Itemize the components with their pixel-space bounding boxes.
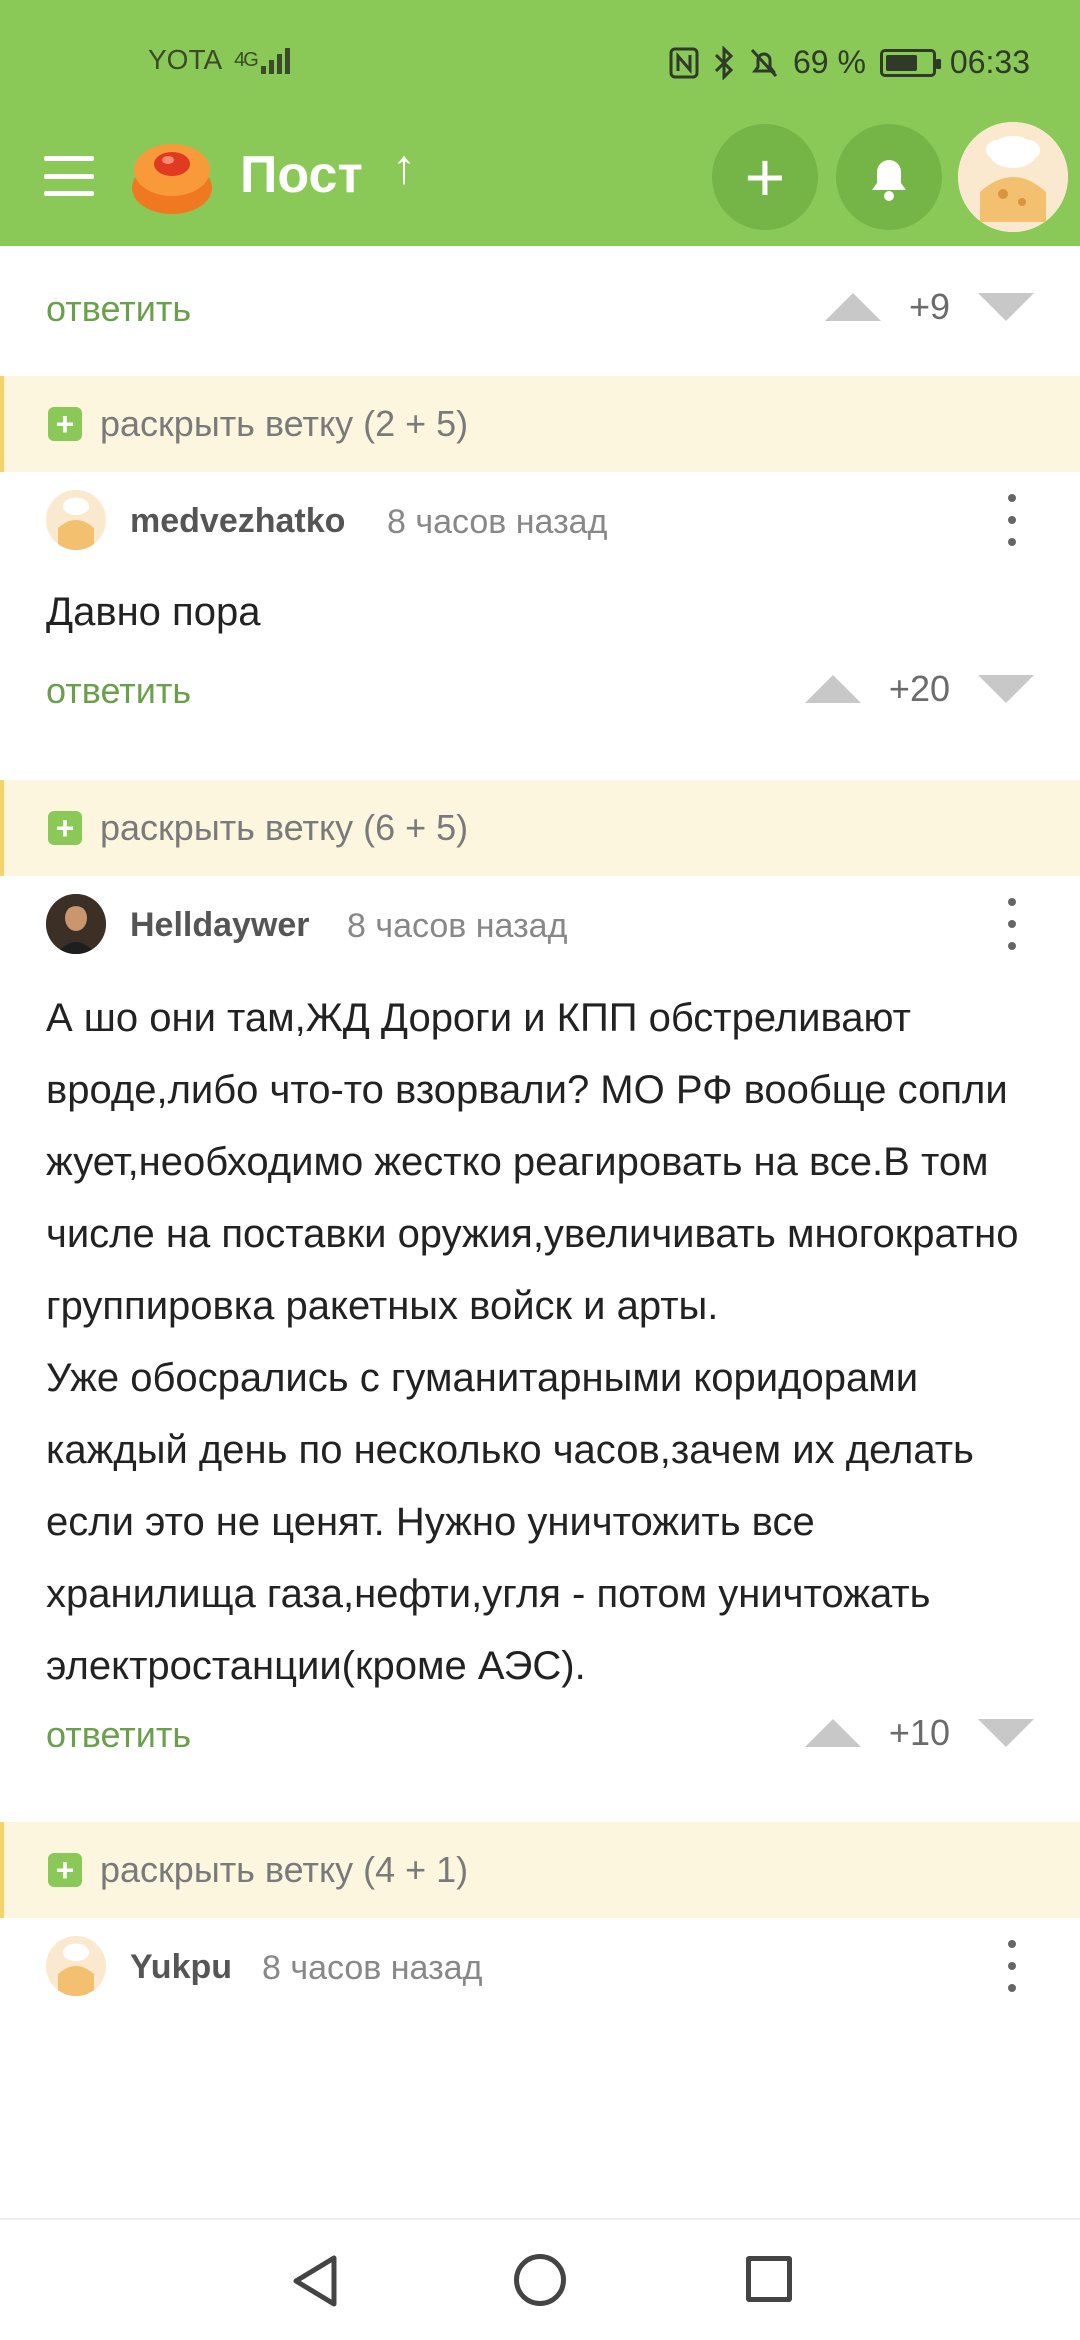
battery-icon — [879, 48, 941, 77]
app-bar: Пост ↑ + — [0, 100, 1080, 246]
plus-icon: + — [744, 138, 786, 216]
menu-icon[interactable] — [44, 156, 94, 196]
reply-link[interactable]: ответить — [46, 670, 191, 712]
comment-author[interactable]: medvezhatko — [130, 502, 345, 541]
signal-icon — [260, 48, 290, 74]
comment-text: А шо они там,ЖД Дороги и КПП обстреливаю… — [46, 996, 1019, 1688]
vote-control: +20 — [804, 668, 1034, 710]
mute-icon — [750, 48, 778, 77]
avatar-image — [46, 894, 106, 954]
avatar-image — [46, 1936, 106, 1996]
expand-branch-button[interactable]: + раскрыть ветку (4 + 1) — [0, 1822, 1080, 1918]
expand-branch-label: раскрыть ветку (2 + 5) — [100, 403, 469, 444]
add-post-button[interactable]: + — [712, 124, 818, 230]
vote-control: +10 — [804, 1712, 1034, 1754]
battery-percent: 69 % — [792, 44, 866, 80]
carrier-info: YOTA 4G — [148, 44, 295, 76]
expand-branch-button[interactable]: + раскрыть ветку (2 + 5) — [0, 376, 1080, 472]
bell-icon — [872, 160, 906, 201]
pikabu-logo[interactable] — [128, 130, 216, 218]
vote-score: +20 — [888, 668, 950, 709]
expand-branch-button[interactable]: + раскрыть ветку (6 + 5) — [0, 780, 1080, 876]
expand-branch-label: раскрыть ветку (6 + 5) — [100, 807, 469, 848]
comment-header: Yukpu 8 часов назад — [0, 1918, 1080, 2014]
comment-time: 8 часов назад — [262, 1949, 483, 1987]
comment-author[interactable]: Yukpu — [130, 1948, 232, 1987]
back-icon[interactable] — [288, 2252, 342, 2310]
comment-text: Давно пора — [46, 590, 261, 634]
comment-author[interactable]: Helldaywer — [130, 906, 310, 945]
recents-icon[interactable] — [746, 2256, 792, 2302]
more-vert-icon[interactable] — [1004, 494, 1020, 546]
comment-time: 8 часов назад — [347, 907, 568, 945]
more-vert-icon[interactable] — [1004, 898, 1020, 950]
scroll-top-icon[interactable]: ↑ — [392, 140, 416, 195]
vote-down-icon[interactable] — [978, 293, 1034, 321]
comment-actions: ответить +9 — [0, 246, 1080, 376]
comment-time: 8 часов назад — [387, 503, 608, 541]
vote-down-icon[interactable] — [978, 675, 1034, 703]
system-nav-bar — [0, 2218, 1080, 2340]
home-icon[interactable] — [514, 2254, 566, 2306]
comment-header: Helldaywer 8 часов назад — [0, 876, 1080, 972]
plus-icon: + — [48, 1853, 82, 1887]
page-title[interactable]: Пост — [240, 145, 363, 205]
carrier-name: YOTA — [148, 44, 223, 75]
avatar[interactable] — [46, 894, 106, 954]
clock: 06:33 — [949, 44, 1030, 80]
plus-icon: + — [48, 407, 82, 441]
network-type: 4G — [234, 48, 259, 71]
vote-up-icon[interactable] — [824, 293, 881, 321]
more-vert-icon[interactable] — [1004, 1940, 1020, 1992]
plus-icon: + — [48, 811, 82, 845]
bluetooth-icon — [714, 45, 734, 80]
avatar-image — [46, 490, 106, 550]
reply-link[interactable]: ответить — [46, 1714, 191, 1756]
avatar[interactable] — [46, 1936, 106, 1996]
vote-score: +9 — [908, 286, 950, 327]
vote-down-icon[interactable] — [978, 1719, 1034, 1747]
comment-header: medvezhatko 8 часов назад — [0, 472, 1080, 568]
vote-score: +10 — [888, 1712, 950, 1753]
comments-list: ответить +9 + раскрыть ветку (2 + 5) med… — [0, 246, 1080, 2014]
reply-link[interactable]: ответить — [46, 288, 191, 330]
avatar[interactable] — [46, 490, 106, 550]
expand-branch-label: раскрыть ветку (4 + 1) — [100, 1849, 469, 1890]
avatar-image — [958, 122, 1068, 232]
comment-actions: ответить +20 — [0, 648, 1080, 758]
comment-actions: ответить +10 — [0, 1702, 1080, 1802]
system-indicators: 69 % 06:33 — [669, 44, 1030, 81]
nfc-icon — [669, 47, 699, 78]
vote-control: +9 — [824, 286, 1034, 328]
notifications-button[interactable] — [836, 124, 942, 230]
user-avatar[interactable] — [958, 122, 1068, 232]
vote-up-icon[interactable] — [804, 1719, 861, 1747]
vote-up-icon[interactable] — [804, 675, 861, 703]
